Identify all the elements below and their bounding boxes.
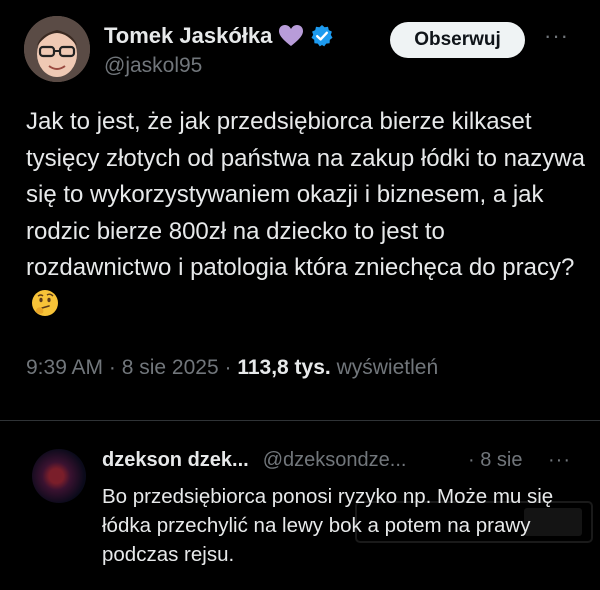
reply-more-options-icon[interactable]: ··· <box>548 449 571 472</box>
reply-time[interactable]: · 8 sie <box>468 449 522 472</box>
views-count: 113,8 tys. <box>237 356 331 379</box>
author-handle[interactable]: @jaskol95 <box>104 54 202 78</box>
more-options-icon[interactable]: ··· <box>544 25 570 47</box>
avatar[interactable] <box>24 16 90 82</box>
reply-avatar[interactable] <box>32 449 86 503</box>
watermark-logo <box>355 501 593 543</box>
reply-handle[interactable]: @dzeksondze... <box>263 449 407 471</box>
meta-separator: · <box>218 356 238 379</box>
post-date[interactable]: 8 sie 2025 <box>122 356 219 379</box>
post-meta: 9:39 AM · 8 sie 2025 · 113,8 tys. wyświe… <box>26 356 438 380</box>
thinking-face-icon <box>32 289 58 316</box>
tweet-body: Jak to jest, że jak przedsiębiorca bierz… <box>26 104 586 323</box>
purple-heart-icon <box>279 25 304 46</box>
tweet-text: Jak to jest, że jak przedsiębiorca bierz… <box>26 108 585 281</box>
reply-display-name[interactable]: dzekson dzek... <box>102 449 249 471</box>
views-label: wyświetleń <box>336 356 439 379</box>
follow-button[interactable]: Obserwuj <box>390 22 525 58</box>
meta-separator: · <box>103 356 122 379</box>
verified-badge-icon <box>311 25 333 47</box>
author-display-name[interactable]: Tomek Jaskółka <box>104 23 272 49</box>
post-time[interactable]: 9:39 AM <box>26 356 103 379</box>
reply-header: dzekson dzek... @dzeksondze... <box>102 449 406 472</box>
author-name-row: Tomek Jaskółka <box>104 22 334 50</box>
main-post: Tomek Jaskółka @jaskol95 Obserwuj ··· Ja… <box>0 0 600 420</box>
